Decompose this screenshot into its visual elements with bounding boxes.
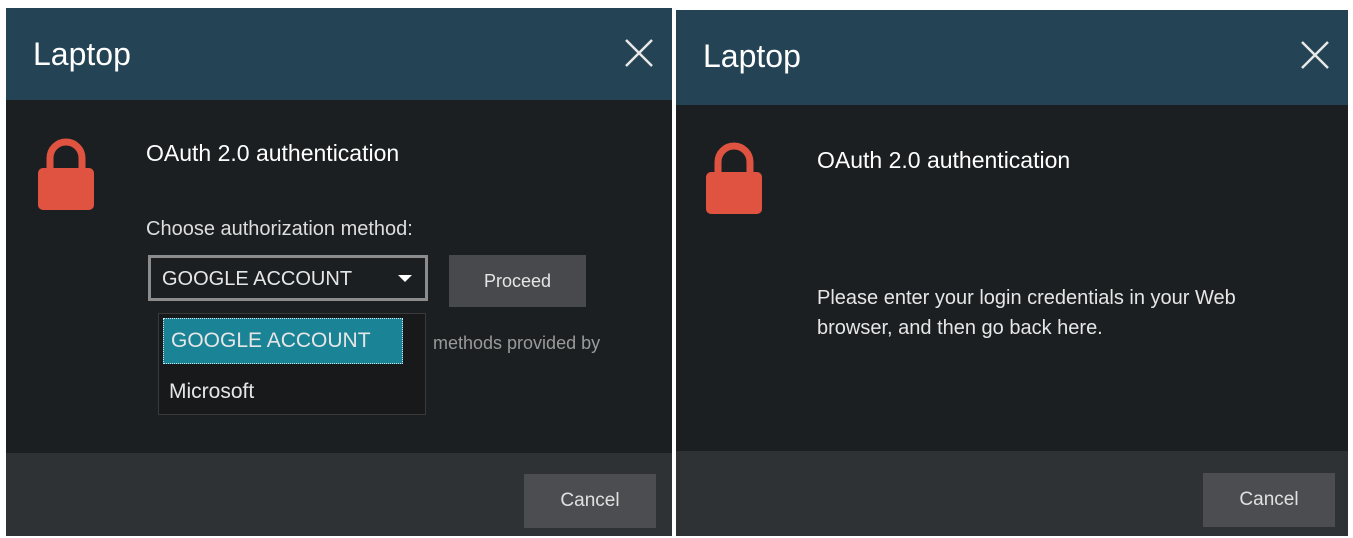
- dialog-footer: Cancel: [676, 451, 1348, 536]
- proceed-button[interactable]: Proceed: [449, 255, 586, 307]
- dialog-heading: OAuth 2.0 authentication: [146, 140, 400, 166]
- dialog-heading: OAuth 2.0 authentication: [817, 147, 1071, 173]
- title-bar: Laptop: [676, 10, 1348, 105]
- dialog-footer: Cancel: [6, 453, 672, 536]
- lock-icon: [704, 140, 764, 221]
- method-label: Choose authorization method:: [146, 218, 413, 240]
- method-select[interactable]: GOOGLE ACCOUNT: [148, 255, 428, 301]
- dialog-title: Laptop: [703, 38, 801, 74]
- cancel-button[interactable]: Cancel: [1203, 473, 1335, 527]
- oauth-dialog-browser-login: Laptop OAuth 2.0 authentication Please e…: [676, 10, 1348, 536]
- close-icon[interactable]: [1298, 38, 1332, 72]
- close-icon[interactable]: [622, 36, 656, 70]
- cancel-button[interactable]: Cancel: [524, 474, 656, 528]
- dialog-title: Laptop: [33, 36, 131, 72]
- chevron-down-icon: [398, 275, 412, 282]
- dropdown-option-microsoft[interactable]: Microsoft: [159, 368, 425, 418]
- method-select-value: GOOGLE ACCOUNT: [162, 268, 353, 290]
- title-bar: Laptop: [6, 8, 672, 100]
- oauth-dialog-method-select: Laptop OAuth 2.0 authentication Choose a…: [6, 8, 672, 536]
- dropdown-option-google-account[interactable]: GOOGLE ACCOUNT: [163, 318, 403, 364]
- method-dropdown-list: GOOGLE ACCOUNT Microsoft: [158, 313, 426, 415]
- instruction-message: Please enter your login credentials in y…: [817, 287, 1236, 339]
- lock-icon: [36, 136, 96, 217]
